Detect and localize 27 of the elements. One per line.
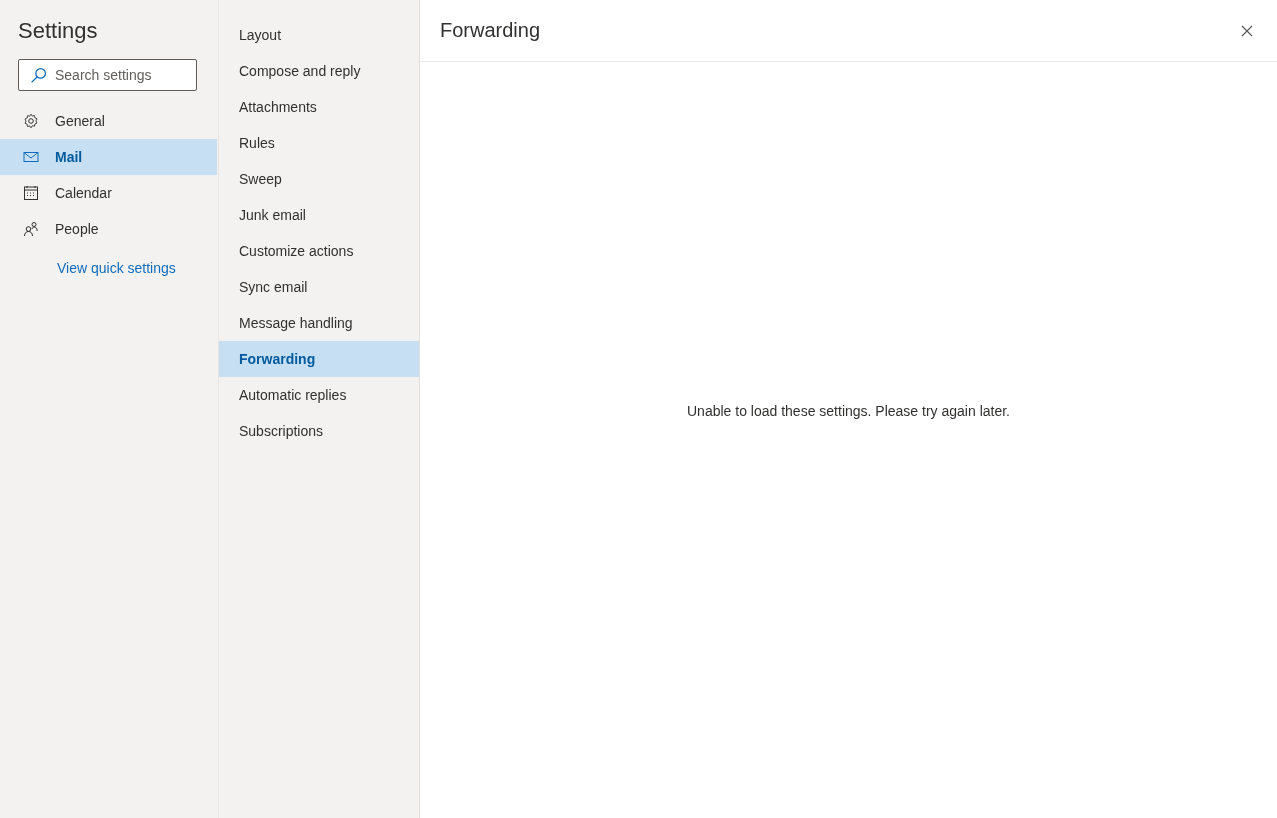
subnav-item[interactable]: Rules — [219, 125, 419, 161]
subnav-item[interactable]: Subscriptions — [219, 413, 419, 449]
subnav-item[interactable]: Automatic replies — [219, 377, 419, 413]
calendar-icon — [23, 185, 39, 201]
category-item[interactable]: Calendar — [0, 175, 217, 211]
category-item[interactable]: General — [0, 103, 217, 139]
settings-title: Settings — [17, 17, 99, 45]
category-item[interactable]: Mail — [0, 139, 217, 175]
subnav-item[interactable]: Junk email — [219, 197, 419, 233]
category-item[interactable]: People — [0, 211, 217, 247]
error-message: Unable to load these settings. Please try again later. — [687, 403, 1010, 419]
search-field[interactable]: Search settings — [18, 59, 197, 91]
quick-settings-link[interactable]: View quick settings — [0, 247, 218, 276]
subnav-item[interactable]: Message handling — [219, 305, 419, 341]
people-icon — [23, 221, 39, 237]
subnav-item[interactable]: Forwarding — [219, 341, 419, 377]
subnav-item[interactable]: Sweep — [219, 161, 419, 197]
gear-icon — [23, 113, 39, 129]
subnav-item[interactable]: Sync email — [219, 269, 419, 305]
subnav-item[interactable]: Attachments — [219, 89, 419, 125]
search-icon — [30, 67, 47, 84]
page-title: Forwarding — [440, 19, 541, 42]
subnav-item[interactable]: Layout — [219, 17, 419, 53]
envelope-icon — [23, 149, 39, 165]
subnav-item[interactable]: Compose and reply — [219, 53, 419, 89]
close-icon[interactable] — [1241, 24, 1253, 37]
subnav-item[interactable]: Customize actions — [219, 233, 419, 269]
